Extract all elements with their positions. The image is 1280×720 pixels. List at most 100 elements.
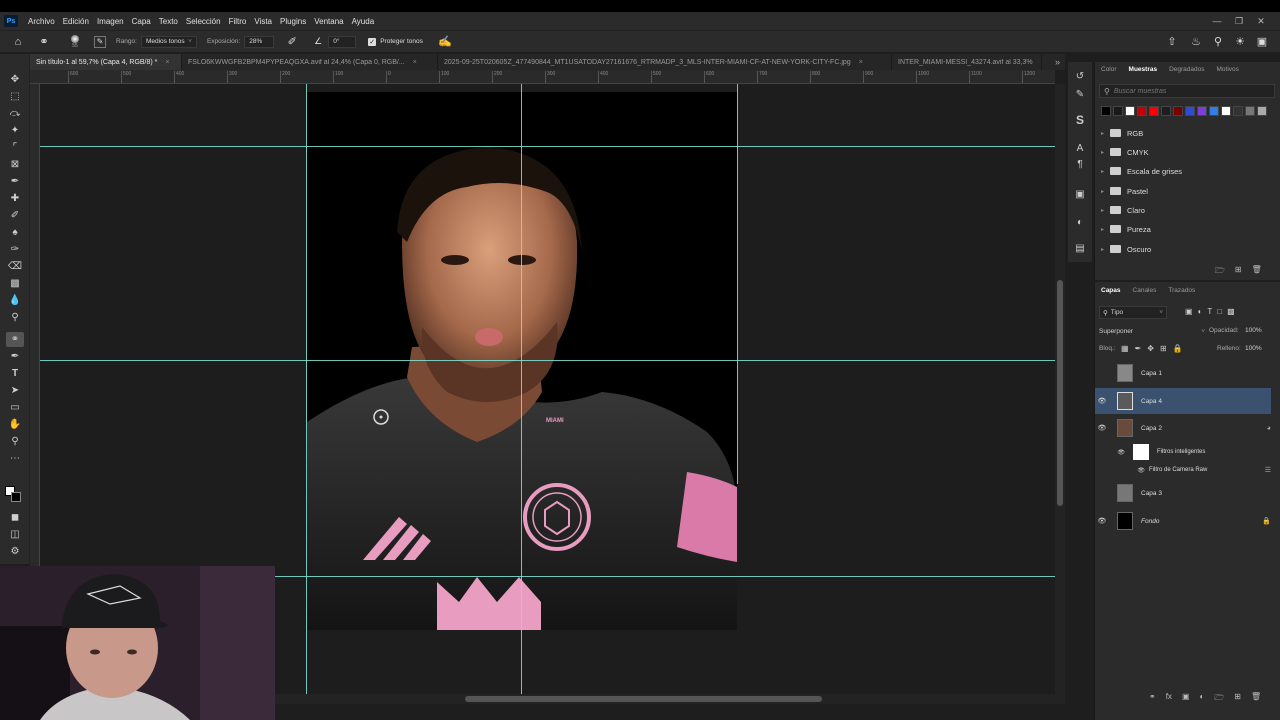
libraries-panel-icon[interactable]: ▤ (1072, 240, 1088, 256)
guide-vertical[interactable] (521, 84, 522, 694)
menu-capa[interactable]: Capa (128, 17, 155, 26)
color-swatch[interactable] (1209, 106, 1219, 116)
menu-imagen[interactable]: Imagen (93, 17, 128, 26)
layer-row[interactable]: 👁 Fondo 🔒 (1095, 508, 1271, 534)
lock-transparency-icon[interactable]: ▦ (1121, 344, 1129, 353)
tab-gradients[interactable]: Degradados (1163, 62, 1210, 76)
swatch-folder-grayscale[interactable]: ▸ Escala de grises (1101, 163, 1182, 179)
trash-icon[interactable]: 🗑 (1252, 265, 1262, 279)
workspace-icon[interactable]: ▣ (1254, 34, 1270, 50)
tab-document-4[interactable]: INTER_MIAMI-MESSI_43274.avif al 33,3% (892, 54, 1042, 70)
scrollbar-thumb[interactable] (1057, 280, 1063, 506)
burn-tool-icon[interactable]: ⚭ (36, 34, 52, 50)
menu-ayuda[interactable]: Ayuda (348, 17, 379, 26)
styles-panel-icon[interactable]: S (1072, 112, 1088, 128)
scrollbar-thumb[interactable] (465, 696, 822, 702)
lightbulb-icon[interactable]: ☀ (1232, 34, 1248, 50)
eye-icon[interactable]: 👁 (1095, 467, 1147, 474)
rectangle-tool-icon[interactable]: ▭ (6, 400, 24, 415)
airbrush-icon[interactable]: ✐ (284, 34, 300, 50)
link-layers-icon[interactable]: ⚭ (1149, 692, 1156, 706)
tab-document-3[interactable]: 2025-09-25T020605Z_477490844_MT1USATODAY… (438, 54, 892, 70)
color-swatch[interactable] (1137, 106, 1147, 116)
home-icon[interactable]: ⌂ (10, 34, 26, 50)
guide-horizontal[interactable] (40, 146, 1055, 147)
share-icon[interactable]: ⇧ (1164, 34, 1180, 50)
frame-tool-icon[interactable]: ⊠ (6, 157, 24, 172)
guide-vertical[interactable] (737, 84, 738, 484)
eraser-tool-icon[interactable]: ⌫ (6, 259, 24, 274)
burn-tool-active-icon[interactable]: ⚭ (6, 332, 24, 347)
clone-stamp-tool-icon[interactable]: ♠ (6, 225, 24, 240)
zoom-tool-icon[interactable]: ⚲ (6, 434, 24, 449)
marquee-tool-icon[interactable]: ⬚ (6, 89, 24, 104)
lock-position-icon[interactable]: ✥ (1147, 344, 1154, 353)
tab-swatches[interactable]: Muestras (1123, 62, 1164, 76)
angle-field[interactable]: 0° (328, 35, 357, 48)
image-filter-icon[interactable]: ▣ (1185, 307, 1193, 316)
color-swatch[interactable] (1173, 106, 1183, 116)
quick-mask-icon[interactable]: ◼ (6, 510, 24, 525)
hand-tool-icon[interactable]: ✋ (6, 417, 24, 432)
filter-options-icon[interactable]: ☰ (1265, 466, 1271, 474)
tab-patterns[interactable]: Motivos (1211, 62, 1245, 76)
menu-seleccion[interactable]: Selección (182, 17, 225, 26)
document-canvas[interactable]: CLUB INTERNACIONAL DE FÚTBOL MIAMI MMXX (307, 92, 737, 630)
color-swatch[interactable] (1245, 106, 1255, 116)
character-panel-icon[interactable]: A (1072, 140, 1088, 156)
smart-object-filter-icon[interactable]: ▩ (1227, 307, 1235, 316)
vertical-scrollbar[interactable] (1055, 84, 1065, 694)
brush-preset-picker[interactable]: 55 (60, 34, 90, 49)
color-swatch[interactable] (1161, 106, 1171, 116)
new-group-icon[interactable]: 🗁 (1214, 692, 1224, 706)
adjustment-filter-icon[interactable]: ◐ (1198, 307, 1203, 316)
tabs-overflow-icon[interactable]: » (1050, 54, 1065, 70)
swatch-search[interactable]: ⚲ (1099, 84, 1275, 98)
menu-archivo[interactable]: Archivo (24, 17, 59, 26)
layer-filter-select[interactable]: ⚲ Tipo ˅ (1099, 306, 1167, 319)
lock-pixels-icon[interactable]: ✒ (1135, 344, 1142, 353)
shape-filter-icon[interactable]: □ (1217, 307, 1222, 316)
dodge-tool-icon[interactable]: ⚲ (6, 310, 24, 325)
adjustments-panel-icon[interactable]: ◐ (1072, 214, 1088, 230)
type-filter-icon[interactable]: T (1207, 307, 1212, 316)
layer-row[interactable]: Capa 1 (1095, 360, 1271, 386)
eye-icon[interactable]: 👁 (1095, 449, 1125, 456)
new-layer-icon[interactable]: ⊞ (1234, 692, 1241, 706)
history-brush-tool-icon[interactable]: ✑ (6, 242, 24, 257)
menu-edicion[interactable]: Edición (59, 17, 93, 26)
smart-filters-row[interactable]: 👁 Filtros inteligentes (1095, 441, 1271, 463)
adjustment-layer-icon[interactable]: ◐ (1200, 692, 1205, 706)
path-selection-tool-icon[interactable]: ➤ (6, 383, 24, 398)
color-swatch[interactable] (1197, 106, 1207, 116)
lock-artboard-icon[interactable]: ⊞ (1160, 344, 1167, 353)
brush-settings-icon[interactable]: ✎ (94, 35, 106, 48)
guide-horizontal[interactable] (40, 360, 1055, 361)
crop-tool-icon[interactable]: ⌜ (6, 140, 24, 155)
menu-plugins[interactable]: Plugins (276, 17, 310, 26)
color-swatch[interactable] (1257, 106, 1267, 116)
move-tool-icon[interactable]: ✥ (6, 72, 24, 87)
tab-document-2[interactable]: FSLO6KWWGFB2BPM4PYPEAQGXA.avif al 24,4% … (182, 54, 438, 70)
swatch-folder-light[interactable]: ▸ Claro (1101, 202, 1145, 218)
color-swatch[interactable] (1221, 106, 1231, 116)
swatch-folder-pure[interactable]: ▸ Pureza (1101, 221, 1151, 237)
close-icon[interactable]: ✕ (1250, 12, 1272, 30)
background-color-swatch[interactable] (11, 492, 21, 502)
quick-selection-tool-icon[interactable]: ✦ (6, 123, 24, 138)
type-tool-icon[interactable]: T (6, 366, 24, 381)
swatch-search-input[interactable] (1113, 87, 1264, 95)
menu-ventana[interactable]: Ventana (310, 17, 347, 26)
swatch-folder-rgb[interactable]: ▸ RGB (1101, 125, 1143, 141)
lock-all-icon[interactable]: 🔒 (1173, 344, 1183, 353)
minimize-icon[interactable]: — (1206, 12, 1228, 30)
color-swatch[interactable] (1233, 106, 1243, 116)
tab-color[interactable]: Color (1095, 62, 1123, 76)
layer-row-selected[interactable]: 👁 Capa 4 (1095, 388, 1271, 414)
comments-panel-icon[interactable]: ✎ (1072, 86, 1088, 102)
swatch-folder-pastel[interactable]: ▸ Pastel (1101, 183, 1148, 199)
eye-icon[interactable]: 👁 (1095, 517, 1109, 525)
menu-filtro[interactable]: Filtro (225, 17, 251, 26)
more-tools-icon[interactable]: ⋯ (6, 451, 24, 466)
pen-tool-icon[interactable]: ✒ (6, 349, 24, 364)
